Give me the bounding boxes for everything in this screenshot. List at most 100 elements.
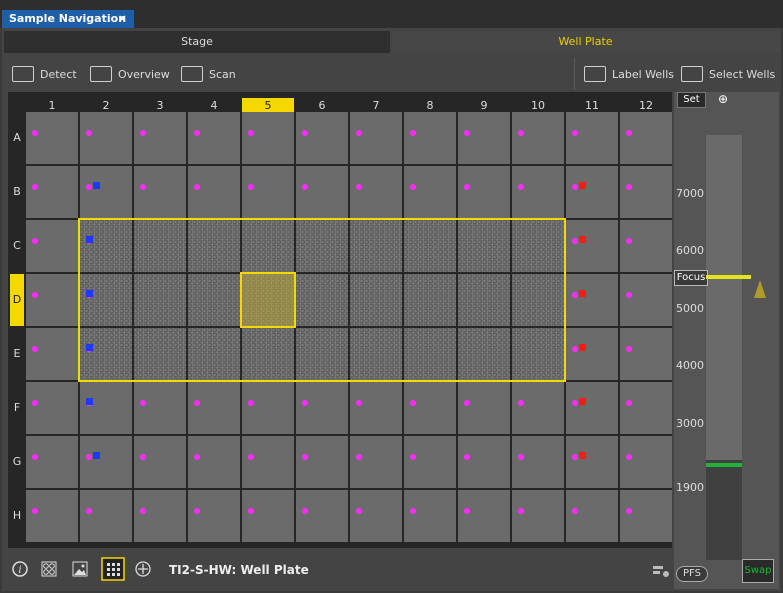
well-F12[interactable]: [620, 382, 672, 434]
well-B8[interactable]: [404, 166, 456, 218]
well-C11[interactable]: [566, 220, 618, 272]
well-A2[interactable]: [80, 112, 132, 164]
close-icon[interactable]: ×: [118, 10, 127, 28]
focus-position-line[interactable]: [706, 275, 751, 279]
well-F4[interactable]: [188, 382, 240, 434]
well-B2[interactable]: [80, 166, 132, 218]
column-header[interactable]: 11: [566, 98, 618, 113]
row-header[interactable]: D: [10, 274, 24, 326]
tab-well-plate[interactable]: Well Plate: [392, 31, 779, 53]
overview-button[interactable]: Overview: [90, 64, 170, 84]
well-H8[interactable]: [404, 490, 456, 542]
well-G11[interactable]: [566, 436, 618, 488]
column-header[interactable]: 4: [188, 98, 240, 113]
well-G1[interactable]: [26, 436, 78, 488]
well-F7[interactable]: [350, 382, 402, 434]
selection-rectangle[interactable]: [78, 218, 566, 382]
row-header[interactable]: A: [10, 112, 24, 164]
tab-sample-navigation[interactable]: Sample Navigation ×: [2, 10, 134, 28]
well-H4[interactable]: [188, 490, 240, 542]
well-D11[interactable]: [566, 274, 618, 326]
settings-icon[interactable]: [652, 564, 670, 578]
column-header[interactable]: 9: [458, 98, 510, 113]
well-G5[interactable]: [242, 436, 294, 488]
column-header[interactable]: 7: [350, 98, 402, 113]
well-B5[interactable]: [242, 166, 294, 218]
well-plate-grid[interactable]: 1 2 3 4 5 6 7 8 9 10 11 12 A B C D E F G H: [8, 92, 672, 548]
well-B11[interactable]: [566, 166, 618, 218]
row-header[interactable]: B: [10, 166, 24, 218]
well-B3[interactable]: [134, 166, 186, 218]
column-header[interactable]: 10: [512, 98, 564, 113]
well-H12[interactable]: [620, 490, 672, 542]
well-A6[interactable]: [296, 112, 348, 164]
row-header[interactable]: F: [10, 382, 24, 434]
well-A10[interactable]: [512, 112, 564, 164]
well-G9[interactable]: [458, 436, 510, 488]
image-icon[interactable]: [72, 561, 88, 577]
column-header[interactable]: 8: [404, 98, 456, 113]
well-B12[interactable]: [620, 166, 672, 218]
well-A8[interactable]: [404, 112, 456, 164]
label-wells-button[interactable]: Label Wells: [584, 64, 674, 84]
zoom-icon[interactable]: ⊕: [718, 92, 732, 106]
row-header[interactable]: E: [10, 328, 24, 380]
well-G12[interactable]: [620, 436, 672, 488]
column-header[interactable]: 12: [620, 98, 672, 113]
column-header[interactable]: 1: [26, 98, 78, 113]
well-G7[interactable]: [350, 436, 402, 488]
well-A7[interactable]: [350, 112, 402, 164]
well-D1[interactable]: [26, 274, 78, 326]
well-H9[interactable]: [458, 490, 510, 542]
column-header[interactable]: 6: [296, 98, 348, 113]
tab-stage[interactable]: Stage: [4, 31, 390, 53]
well-H5[interactable]: [242, 490, 294, 542]
row-header[interactable]: H: [10, 490, 24, 542]
info-icon[interactable]: i: [12, 561, 28, 577]
well-F10[interactable]: [512, 382, 564, 434]
well-G4[interactable]: [188, 436, 240, 488]
well-A5[interactable]: [242, 112, 294, 164]
well-A1[interactable]: [26, 112, 78, 164]
well-G8[interactable]: [404, 436, 456, 488]
well-H2[interactable]: [80, 490, 132, 542]
well-G10[interactable]: [512, 436, 564, 488]
well-B4[interactable]: [188, 166, 240, 218]
well-F1[interactable]: [26, 382, 78, 434]
well-H11[interactable]: [566, 490, 618, 542]
well-G3[interactable]: [134, 436, 186, 488]
well-H10[interactable]: [512, 490, 564, 542]
well-F9[interactable]: [458, 382, 510, 434]
current-well-highlight[interactable]: [240, 272, 296, 328]
well-G2[interactable]: [80, 436, 132, 488]
crosshair-icon[interactable]: [135, 561, 151, 577]
select-wells-button[interactable]: Select Wells: [681, 64, 775, 84]
well-B6[interactable]: [296, 166, 348, 218]
row-header[interactable]: G: [10, 436, 24, 488]
well-A3[interactable]: [134, 112, 186, 164]
well-A12[interactable]: [620, 112, 672, 164]
well-C1[interactable]: [26, 220, 78, 272]
well-F3[interactable]: [134, 382, 186, 434]
well-F6[interactable]: [296, 382, 348, 434]
well-B7[interactable]: [350, 166, 402, 218]
well-E11[interactable]: [566, 328, 618, 380]
well-F8[interactable]: [404, 382, 456, 434]
well-H6[interactable]: [296, 490, 348, 542]
four-wells-icon[interactable]: [41, 561, 57, 577]
scan-button[interactable]: Scan: [181, 64, 236, 84]
well-G6[interactable]: [296, 436, 348, 488]
well-B10[interactable]: [512, 166, 564, 218]
well-E1[interactable]: [26, 328, 78, 380]
well-F11[interactable]: [566, 382, 618, 434]
set-button[interactable]: Set: [677, 92, 706, 108]
z-pointer-icon[interactable]: [754, 280, 766, 298]
well-F2[interactable]: [80, 382, 132, 434]
well-A4[interactable]: [188, 112, 240, 164]
well-A11[interactable]: [566, 112, 618, 164]
row-header[interactable]: C: [10, 220, 24, 272]
well-E12[interactable]: [620, 328, 672, 380]
well-A9[interactable]: [458, 112, 510, 164]
well-B1[interactable]: [26, 166, 78, 218]
well-H3[interactable]: [134, 490, 186, 542]
